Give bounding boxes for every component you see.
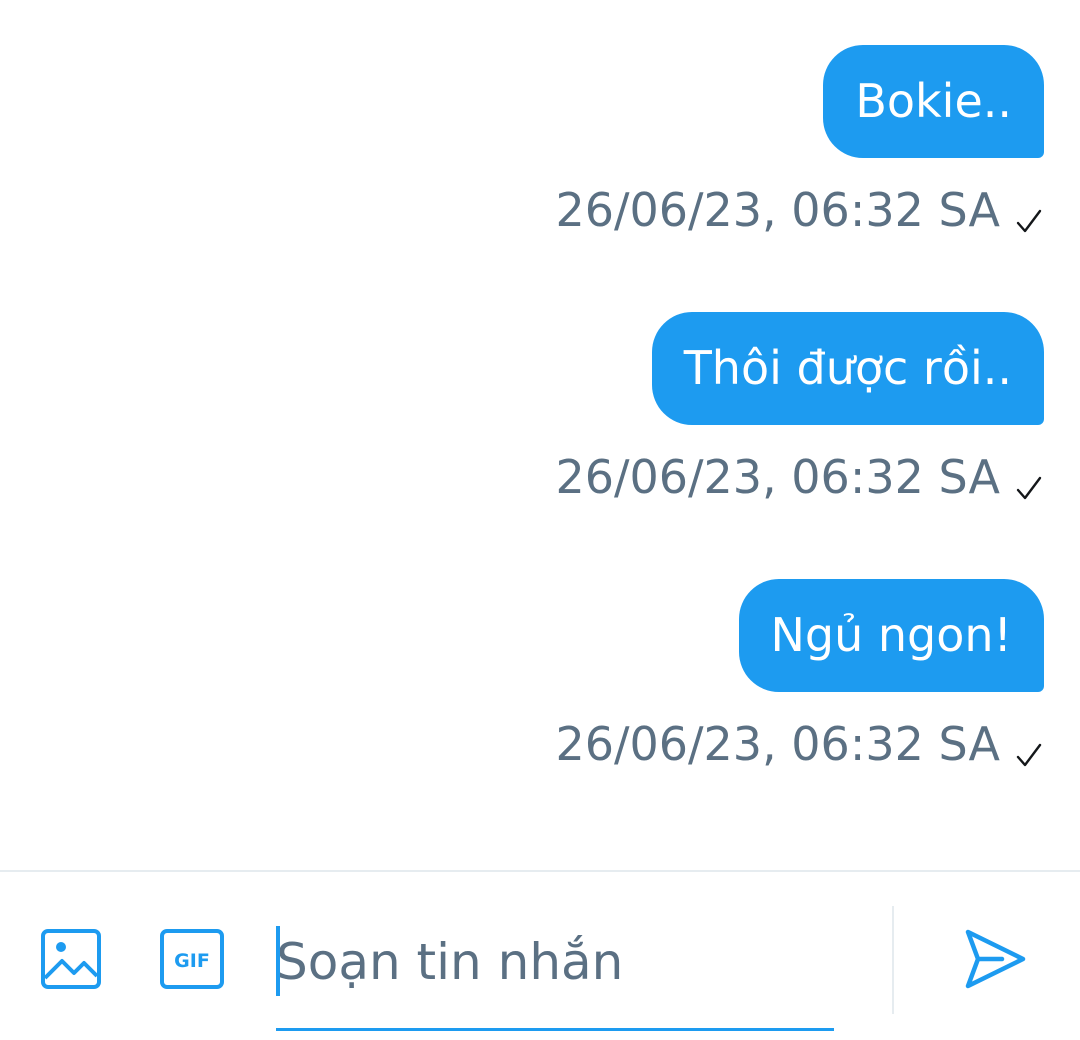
message-item: Bokie.. 26/06/23, 06:32 SA <box>555 45 1044 240</box>
send-icon[interactable] <box>962 926 1028 992</box>
message-timestamp: 26/06/23, 06:32 SA <box>555 450 1000 504</box>
gif-icon[interactable]: GIF <box>159 928 225 990</box>
message-bubble[interactable]: Ngủ ngon! <box>738 579 1044 692</box>
message-list: Bokie.. 26/06/23, 06:32 SA Thôi được rồi… <box>0 0 1080 870</box>
check-icon <box>1016 476 1042 500</box>
dm-conversation-screen: Bokie.. 26/06/23, 06:32 SA Thôi được rồi… <box>0 0 1080 1040</box>
message-meta: 26/06/23, 06:32 SA <box>555 447 1044 507</box>
composer-divider <box>892 906 894 1014</box>
input-underline <box>276 1028 834 1031</box>
check-icon <box>1016 209 1042 233</box>
text-caret <box>276 926 280 996</box>
message-item: Thôi được rồi.. 26/06/23, 06:32 SA <box>555 312 1044 507</box>
message-bubble[interactable]: Bokie.. <box>823 45 1044 158</box>
message-bubble[interactable]: Thôi được rồi.. <box>651 312 1044 425</box>
check-icon <box>1016 743 1042 767</box>
gif-icon-label: GIF <box>174 950 210 972</box>
image-icon[interactable] <box>40 928 102 990</box>
message-timestamp: 26/06/23, 06:32 SA <box>555 717 1000 771</box>
message-meta: 26/06/23, 06:32 SA <box>555 714 1044 774</box>
message-input-wrapper <box>276 912 834 1032</box>
message-input[interactable] <box>276 912 834 1012</box>
message-timestamp: 26/06/23, 06:32 SA <box>555 183 1000 237</box>
message-item: Ngủ ngon! 26/06/23, 06:32 SA <box>555 579 1044 774</box>
message-meta: 26/06/23, 06:32 SA <box>555 180 1044 240</box>
message-composer: GIF <box>0 870 1080 1040</box>
